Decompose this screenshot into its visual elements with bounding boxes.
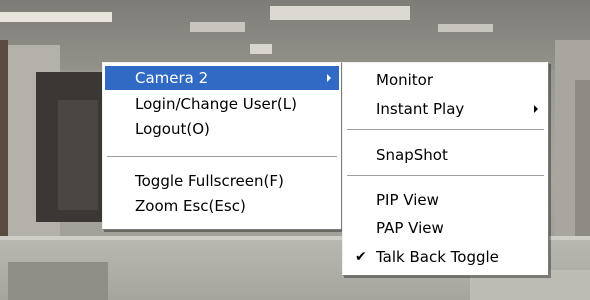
menu-item-label: Monitor <box>376 71 434 89</box>
menu-item-label: Toggle Fullscreen(F) <box>135 172 284 190</box>
menu-item-pip-view[interactable]: PIP View <box>345 188 546 212</box>
menu-item-pap-view[interactable]: PAP View <box>345 216 546 240</box>
menu-item-label: Talk Back Toggle <box>376 248 499 266</box>
menu-item-label: Login/Change User(L) <box>135 95 297 113</box>
context-menu: Camera 2 Login/Change User(L) Logout(O) … <box>102 62 342 230</box>
menu-item-login-change-user[interactable]: Login/Change User(L) <box>105 92 339 116</box>
checkmark-icon: ✔ <box>355 249 367 265</box>
menu-item-label: SnapShot <box>376 146 448 164</box>
menu-item-label: PAP View <box>376 219 444 237</box>
menu-item-snapshot[interactable]: SnapShot <box>345 143 546 167</box>
menu-item-monitor[interactable]: Monitor <box>345 68 546 92</box>
menu-item-label: PIP View <box>376 191 439 209</box>
menu-item-label: Camera 2 <box>135 69 209 87</box>
menu-item-label: Zoom Esc(Esc) <box>135 197 246 215</box>
menu-item-zoom-esc[interactable]: Zoom Esc(Esc) <box>105 194 339 218</box>
menu-separator <box>107 156 337 158</box>
submenu-arrow-icon <box>534 105 538 113</box>
submenu-arrow-icon <box>327 74 331 82</box>
menu-item-toggle-fullscreen[interactable]: Toggle Fullscreen(F) <box>105 169 339 193</box>
camera-submenu: Monitor Instant Play SnapShot PIP View P… <box>342 62 549 276</box>
menu-item-camera-2[interactable]: Camera 2 <box>105 66 339 90</box>
menu-item-label: Logout(O) <box>135 120 210 138</box>
menu-item-label: Instant Play <box>376 100 465 118</box>
menu-separator <box>347 175 544 177</box>
menu-separator <box>347 129 544 131</box>
menu-item-talk-back-toggle[interactable]: ✔ Talk Back Toggle <box>345 245 546 269</box>
menu-item-logout[interactable]: Logout(O) <box>105 117 339 141</box>
menu-item-instant-play[interactable]: Instant Play <box>345 97 546 121</box>
